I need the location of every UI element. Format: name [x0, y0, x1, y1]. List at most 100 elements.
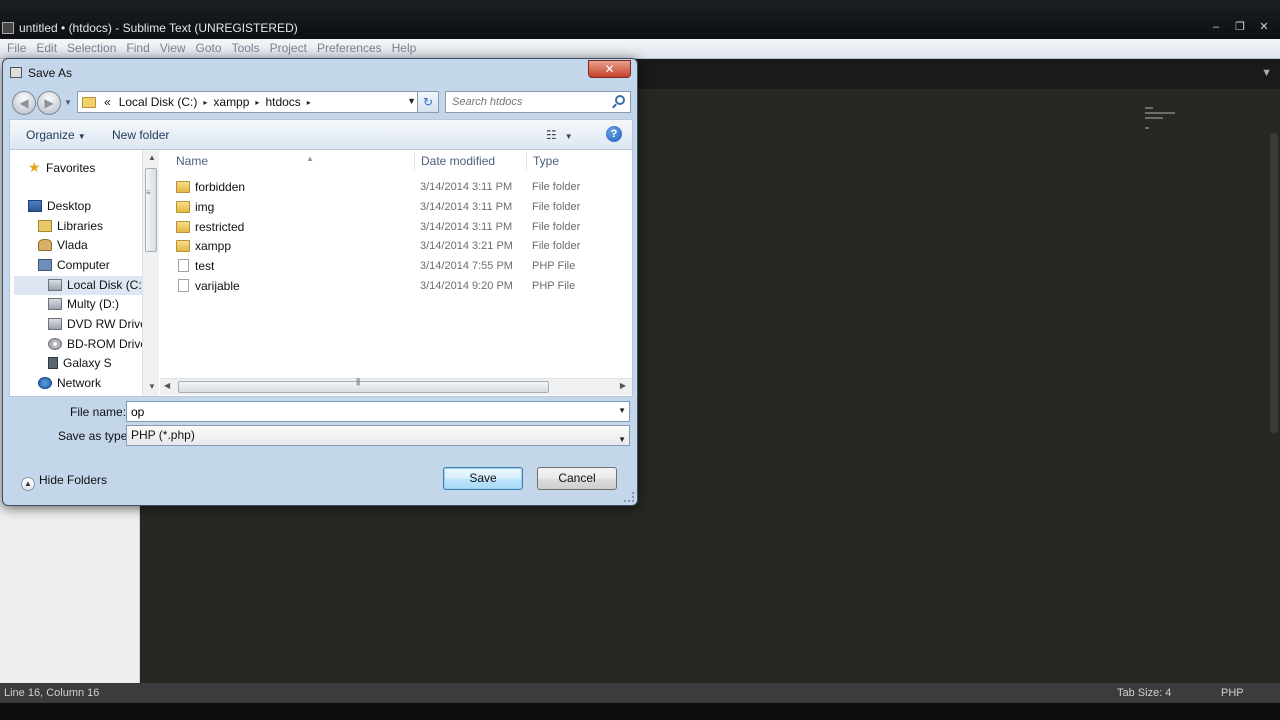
- scrollbar-thumb[interactable]: [145, 168, 157, 252]
- chevron-down-icon[interactable]: ▼: [618, 406, 626, 415]
- file-date: 3/14/2014 7:55 PM: [420, 260, 513, 272]
- scroll-right-icon[interactable]: ▶: [620, 381, 626, 390]
- horizontal-scrollbar[interactable]: ◀ ||| ▶: [160, 377, 632, 395]
- menu-tools[interactable]: Tools: [227, 39, 265, 58]
- file-type: File folder: [532, 221, 581, 233]
- breadcrumb-local-disk[interactable]: Local Disk (C:): [119, 95, 198, 109]
- save-type-label: Save as type:: [58, 429, 131, 443]
- file-name-combobox[interactable]: ▼: [126, 401, 630, 422]
- scrollbar-thumb[interactable]: [178, 381, 549, 393]
- column-divider[interactable]: [526, 152, 527, 170]
- nav-item-label: Desktop: [47, 199, 92, 213]
- column-header-date[interactable]: Date modified: [421, 150, 495, 172]
- nav-item-label: Multy (D:): [67, 297, 119, 311]
- breadcrumb-separator-icon[interactable]: ▸: [255, 98, 259, 107]
- column-header-type[interactable]: Type: [533, 150, 559, 172]
- phone-icon: [48, 357, 58, 369]
- column-divider[interactable]: [414, 152, 415, 170]
- nav-item-desktop[interactable]: Desktop: [28, 197, 160, 216]
- file-type: PHP File: [532, 280, 576, 292]
- breadcrumb-htdocs[interactable]: htdocs: [265, 95, 300, 109]
- nav-pane-scrollbar[interactable]: ▲ ≡ ▼: [142, 150, 159, 396]
- file-row[interactable]: xampp 3/14/2014 3:21 PM File folder: [160, 237, 632, 256]
- file-row[interactable]: test 3/14/2014 7:55 PM PHP File: [160, 257, 632, 276]
- scroll-down-icon[interactable]: ▼: [148, 382, 156, 391]
- menu-edit[interactable]: Edit: [31, 39, 62, 58]
- file-type: File folder: [532, 240, 581, 252]
- nav-item-favorites[interactable]: ★ Favorites: [28, 158, 160, 177]
- dialog-titlebar[interactable]: Save As ✕: [3, 59, 637, 87]
- menu-view[interactable]: View: [155, 39, 191, 58]
- column-label: Name: [176, 154, 209, 168]
- dialog-close-button[interactable]: ✕: [588, 60, 631, 78]
- breadcrumb-separator-icon[interactable]: ▸: [307, 98, 311, 107]
- file-name-input[interactable]: [127, 402, 607, 421]
- menu-file[interactable]: File: [0, 39, 31, 58]
- file-type: PHP File: [532, 260, 576, 272]
- nav-item-local-disk[interactable]: Local Disk (C:): [14, 276, 142, 295]
- disc-icon: [48, 338, 62, 350]
- change-view-button[interactable]: ☷ ▼: [546, 128, 573, 142]
- syntax-indicator[interactable]: PHP: [1221, 683, 1244, 703]
- menu-selection[interactable]: Selection: [62, 39, 121, 58]
- column-header-name[interactable]: Name ▲: [176, 150, 416, 172]
- hard-drive-icon: [48, 279, 62, 291]
- nav-item-multy[interactable]: Multy (D:): [48, 295, 142, 314]
- restore-button[interactable]: ❐: [1228, 18, 1252, 36]
- forward-arrow-icon[interactable]: ▶: [37, 91, 61, 115]
- grip-icon: ≡: [146, 188, 151, 197]
- help-icon[interactable]: ?: [606, 126, 622, 142]
- save-type-select[interactable]: PHP (*.php) ▼: [126, 425, 630, 446]
- chevron-down-icon: ▼: [77, 132, 86, 141]
- menu-goto[interactable]: Goto: [191, 39, 227, 58]
- back-arrow-icon[interactable]: ◀: [12, 91, 36, 115]
- file-row[interactable]: img 3/14/2014 3:11 PM File folder: [160, 198, 632, 217]
- nav-item-bd-rom[interactable]: BD-ROM Drive: [48, 335, 142, 354]
- minimize-button[interactable]: –: [1204, 18, 1228, 36]
- navigation-pane: ★ Favorites Desktop Libraries Vlada Compu…: [10, 150, 160, 396]
- file-list[interactable]: Name ▲ Date modified Type forbidden 3/14/…: [160, 150, 632, 396]
- menu-preferences[interactable]: Preferences: [312, 39, 387, 58]
- nav-item-network[interactable]: Network: [38, 374, 142, 393]
- breadcrumb-separator-icon[interactable]: ▸: [203, 98, 207, 107]
- chevron-down-icon[interactable]: ▼: [618, 430, 626, 449]
- libraries-icon: [38, 220, 52, 232]
- nav-item-dvd-rw[interactable]: DVD RW Drive (: [48, 315, 142, 334]
- address-bar[interactable]: « Local Disk (C:) ▸ xampp ▸ htdocs ▸ ▼: [77, 91, 421, 113]
- nav-item-label: Favorites: [46, 161, 96, 175]
- menu-help[interactable]: Help: [387, 39, 422, 58]
- file-row[interactable]: restricted 3/14/2014 3:11 PM File folder: [160, 218, 632, 237]
- dvd-drive-icon: [48, 318, 62, 330]
- address-dropdown-icon[interactable]: ▼: [407, 96, 416, 106]
- close-window-button[interactable]: ✕: [1252, 18, 1276, 36]
- search-input[interactable]: [446, 92, 606, 112]
- organize-button[interactable]: Organize ▼: [26, 128, 86, 142]
- resize-grip-icon[interactable]: [624, 492, 634, 502]
- tab-size-indicator[interactable]: Tab Size: 4: [1117, 683, 1171, 703]
- new-folder-button[interactable]: New folder: [112, 128, 169, 142]
- nav-item-galaxy[interactable]: Galaxy S: [48, 354, 142, 373]
- scroll-up-icon[interactable]: ▲: [148, 153, 156, 162]
- scroll-left-icon[interactable]: ◀: [164, 381, 170, 390]
- address-overflow[interactable]: «: [104, 95, 111, 109]
- recent-pages-dropdown-icon[interactable]: ▼: [64, 98, 72, 107]
- file-row[interactable]: varijable 3/14/2014 9:20 PM PHP File: [160, 277, 632, 296]
- save-button[interactable]: Save: [443, 467, 523, 490]
- computer-icon: [38, 259, 52, 271]
- editor-scrollbar[interactable]: [1270, 133, 1278, 433]
- minimap[interactable]: [1145, 107, 1185, 147]
- breadcrumb-xampp[interactable]: xampp: [213, 95, 249, 109]
- tab-menu-arrow-icon[interactable]: ▼: [1261, 67, 1272, 79]
- save-as-dialog: Save As ✕ ◀ ▶ ▼ « Local Disk (C:) ▸ xamp…: [2, 58, 638, 506]
- file-row[interactable]: forbidden 3/14/2014 3:11 PM File folder: [160, 178, 632, 197]
- menu-project[interactable]: Project: [265, 39, 312, 58]
- file-type: File folder: [532, 181, 581, 193]
- hide-folders-button[interactable]: ▲ Hide Folders: [21, 473, 107, 491]
- menu-find[interactable]: Find: [121, 39, 154, 58]
- search-icon[interactable]: [615, 95, 625, 105]
- cancel-button[interactable]: Cancel: [537, 467, 617, 490]
- refresh-icon[interactable]: ↻: [417, 91, 439, 113]
- dialog-toolbar: Organize ▼ New folder ☷ ▼ ?: [9, 119, 633, 149]
- file-name: xampp: [195, 239, 232, 253]
- search-box[interactable]: [445, 91, 631, 113]
